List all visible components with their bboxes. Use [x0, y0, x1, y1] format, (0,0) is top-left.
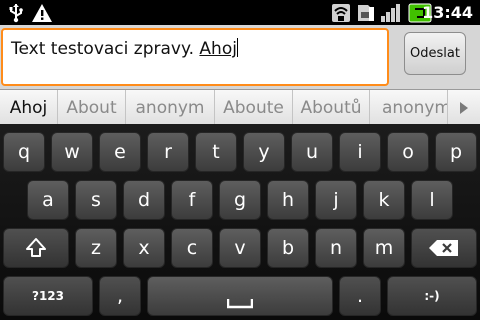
- message-text-before: Text testovaci zpravy.: [11, 39, 200, 59]
- chevron-right-icon: [460, 101, 468, 114]
- key-label: j: [333, 189, 339, 211]
- key-label: t: [212, 141, 220, 163]
- usb-icon: [9, 4, 23, 23]
- key-label: s: [91, 189, 101, 211]
- period-key[interactable]: .: [339, 276, 381, 316]
- key-label: f: [188, 189, 196, 211]
- key-q[interactable]: q: [3, 132, 45, 172]
- message-text: Text testovaci zpravy. Ahoj: [11, 38, 238, 59]
- key-label: n: [329, 237, 343, 259]
- status-clock: 13:44: [422, 3, 473, 22]
- more-suggestions-button[interactable]: [448, 90, 480, 124]
- backspace-icon: [429, 240, 458, 256]
- key-label: b: [281, 237, 295, 259]
- warning-icon: [32, 4, 52, 22]
- key-d[interactable]: d: [123, 180, 165, 220]
- key-label: h: [281, 189, 295, 211]
- key-p[interactable]: p: [435, 132, 477, 172]
- key-label: a: [42, 189, 54, 211]
- key-label: y: [258, 141, 270, 163]
- key-b[interactable]: b: [267, 228, 309, 268]
- key-label: m: [374, 237, 394, 259]
- symbols-key[interactable]: ?123: [3, 276, 93, 316]
- space-key[interactable]: [147, 276, 333, 316]
- key-label: p: [449, 141, 463, 163]
- compose-area: Text testovaci zpravy. Ahoj Odeslat: [0, 25, 480, 89]
- soft-keyboard: q w e r t y u i o p a s d f g h j k l z …: [0, 124, 480, 320]
- key-label: q: [17, 141, 31, 163]
- key-u[interactable]: u: [291, 132, 333, 172]
- signal-a-icon: [332, 4, 350, 22]
- sim-card-icon: [358, 5, 374, 21]
- key-f[interactable]: f: [171, 180, 213, 220]
- space-bar-icon: [227, 299, 253, 309]
- suggestion-item[interactable]: anonym: [370, 90, 448, 124]
- key-r[interactable]: r: [147, 132, 189, 172]
- key-label: l: [429, 189, 435, 211]
- key-m[interactable]: m: [363, 228, 405, 268]
- smiley-key[interactable]: :-): [387, 276, 477, 316]
- status-bar: 13:44: [0, 0, 480, 25]
- suggestion-item[interactable]: About: [58, 90, 126, 124]
- suggestion-item[interactable]: Aboute: [215, 90, 293, 124]
- shift-key[interactable]: [3, 228, 69, 268]
- key-label: g: [233, 189, 247, 211]
- key-k[interactable]: k: [363, 180, 405, 220]
- key-label: d: [137, 189, 151, 211]
- key-x[interactable]: x: [123, 228, 165, 268]
- key-z[interactable]: z: [75, 228, 117, 268]
- key-i[interactable]: i: [339, 132, 381, 172]
- key-l[interactable]: l: [411, 180, 453, 220]
- key-w[interactable]: w: [51, 132, 93, 172]
- key-label: o: [402, 141, 414, 163]
- key-o[interactable]: o: [387, 132, 429, 172]
- message-input[interactable]: Text testovaci zpravy. Ahoj: [1, 28, 389, 86]
- key-c[interactable]: c: [171, 228, 213, 268]
- key-y[interactable]: y: [243, 132, 285, 172]
- key-e[interactable]: e: [99, 132, 141, 172]
- key-label: e: [114, 141, 126, 163]
- text-cursor: [236, 38, 238, 57]
- key-g[interactable]: g: [219, 180, 261, 220]
- key-label: z: [91, 237, 101, 259]
- suggestion-item[interactable]: Aboutů: [293, 90, 370, 124]
- signal-bars-icon: [381, 4, 400, 22]
- key-a[interactable]: a: [27, 180, 69, 220]
- suggestion-item[interactable]: Ahoj: [0, 90, 58, 124]
- key-s[interactable]: s: [75, 180, 117, 220]
- shift-icon: [26, 238, 46, 257]
- key-label: .: [356, 285, 364, 307]
- backspace-key[interactable]: [411, 228, 477, 268]
- key-label: v: [234, 237, 246, 259]
- key-n[interactable]: n: [315, 228, 357, 268]
- key-label: c: [186, 237, 198, 259]
- key-t[interactable]: t: [195, 132, 237, 172]
- key-label: k: [378, 189, 390, 211]
- key-label: i: [357, 141, 363, 163]
- key-h[interactable]: h: [267, 180, 309, 220]
- suggestion-strip: Ahoj About anonym Aboute Aboutů anonym: [0, 89, 480, 124]
- comma-key[interactable]: ,: [99, 276, 141, 316]
- send-button[interactable]: Odeslat: [404, 32, 466, 75]
- key-label: r: [164, 141, 172, 163]
- key-v[interactable]: v: [219, 228, 261, 268]
- key-label: u: [305, 141, 319, 163]
- message-current-word: Ahoj: [199, 39, 237, 59]
- suggestion-item[interactable]: anonym: [126, 90, 215, 124]
- key-label: w: [64, 141, 80, 163]
- key-label: ,: [116, 285, 124, 307]
- key-j[interactable]: j: [315, 180, 357, 220]
- key-label: x: [138, 237, 150, 259]
